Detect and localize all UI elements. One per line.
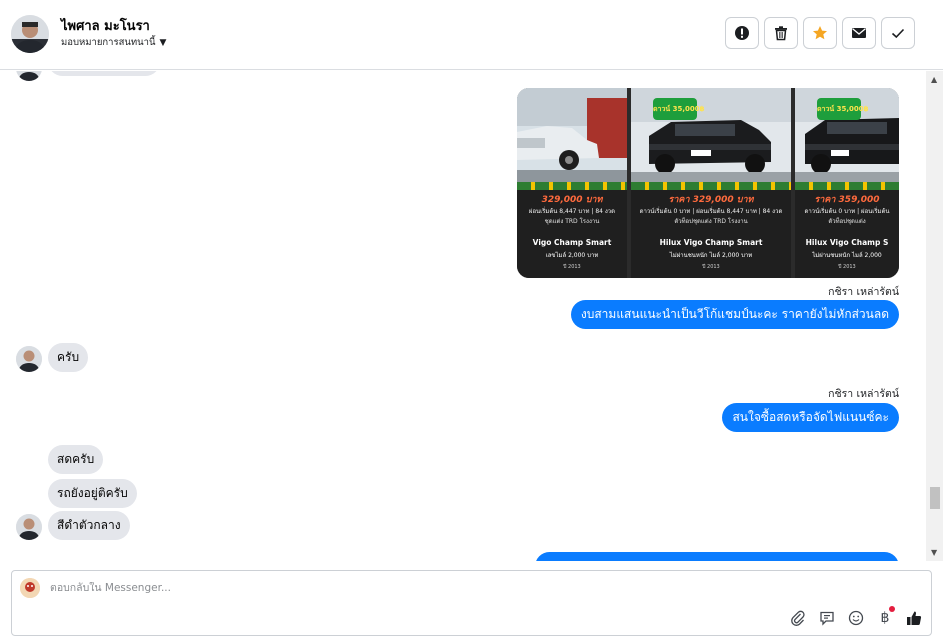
contact-avatar-small (16, 71, 42, 81)
mail-icon (852, 28, 866, 38)
car-detail-2: ตัวท็อปชุดแต่ง (828, 218, 866, 225)
message-bubble-incoming: สดครับ (48, 445, 104, 474)
car-card: ดาวน์ 35,000฿ ราคา 329,000 บาท ดาวน์เริ่… (631, 88, 791, 278)
reply-input[interactable] (50, 582, 750, 594)
scrollbar-thumb[interactable] (930, 487, 940, 509)
contact-avatar-small (16, 514, 42, 540)
brand-strip (795, 182, 899, 190)
composer-tools: ฿ (789, 606, 923, 627)
car-card: ดาวน์ 35,000฿ ราคา 359,000 ดาวน์เริ่มต้น… (795, 88, 899, 278)
assign-conversation-dropdown[interactable]: มอบหมายการสนทนานี้ ▼ (61, 35, 166, 50)
car-price: ราคา 329,000 บาท (668, 195, 754, 205)
car-card: 329,000 บาท ผ่อนเริ่มต้น 8,447 บาท | 84 … (517, 88, 627, 278)
image-attachment[interactable]: 329,000 บาท ผ่อนเริ่มต้น 8,447 บาท | 84 … (517, 88, 899, 278)
mark-unread-button[interactable] (842, 17, 876, 49)
contact-avatar[interactable] (11, 15, 49, 53)
message-bubble-outgoing (535, 552, 899, 561)
header-actions (725, 17, 915, 49)
sender-name: กชิรา เหล่ารัตน์ (828, 388, 899, 400)
page-avatar (20, 578, 40, 598)
message-bubble-incoming: รถยังอยู่ติครับ (48, 479, 137, 508)
contact-name[interactable]: ไพศาล มะโนรา (61, 15, 150, 36)
baht-icon: ฿ (880, 610, 890, 626)
reply-composer: ฿ (11, 570, 932, 636)
car-meta: ปี 2013 (838, 264, 856, 270)
mark-done-button[interactable] (881, 17, 915, 49)
emoji-icon (848, 610, 864, 626)
brand-strip (517, 182, 627, 190)
alert-icon (735, 26, 749, 40)
sender-name: กชิรา เหล่ารัตน์ (828, 286, 899, 298)
message-bubble-outgoing: งบสามแสนแนะนำเป็นวีโก้แชมป์นะคะ ราคายังไ… (570, 300, 899, 329)
car-note: เลขไมล์ 2,000 บาท (545, 252, 599, 259)
car-meta: ปี 2013 (702, 264, 720, 270)
assign-label: มอบหมายการสนทนานี้ (61, 37, 156, 48)
message-bubble-outgoing: สนใจซื้อสดหรือจัดไฟแนนซ์คะ (722, 403, 899, 432)
scroll-down-arrow-icon[interactable]: ▼ (931, 548, 937, 557)
emoji-button[interactable] (847, 609, 865, 627)
attach-icon (791, 610, 805, 626)
conversation-header: ไพศาล มะโนรา มอบหมายการสนทนานี้ ▼ (0, 0, 943, 70)
mark-spam-button[interactable] (725, 17, 759, 49)
caret-down-icon: ▼ (159, 37, 167, 48)
car-price: 329,000 บาท (541, 195, 603, 205)
car-model: Hilux Vigo Champ Smart (659, 238, 763, 247)
car-note: ไม่ผ่านชนหนัก ไมล์ 2,000 บาท (669, 252, 753, 259)
like-button[interactable] (905, 609, 923, 627)
message-scrollbar[interactable]: ▲ ▼ (926, 71, 943, 561)
car-photo (517, 88, 627, 182)
saved-replies-button[interactable] (818, 609, 836, 627)
car-note: ไม่ผ่านชนหนัก ไมล์ 2,000 (812, 252, 882, 259)
brand-strip (631, 182, 791, 190)
saved-replies-icon (820, 611, 834, 626)
scroll-up-arrow-icon[interactable]: ▲ (931, 75, 937, 84)
check-icon (891, 28, 905, 39)
car-detail-2: ชุดแต่ง TRD โรงงาน (544, 218, 600, 225)
car-detail: ผ่อนเริ่มต้น 8,447 บาท | 84 งวด (528, 208, 616, 215)
message-bubble-incoming: สีดำตัวกลาง (48, 511, 130, 540)
trash-icon (775, 26, 787, 41)
car-detail: ดาวน์เริ่มต้น 0 บาท | ผ่อนเริ่มต้น (804, 208, 890, 215)
car-detail: ดาวน์เริ่มต้น 0 บาท | ผ่อนเริ่มต้น 8,447… (639, 208, 783, 215)
car-price: ราคา 359,000 (814, 195, 880, 205)
message-list[interactable]: 329,000 บาท ผ่อนเริ่มต้น 8,447 บาท | 84 … (0, 71, 926, 561)
car-meta: ปี 2013 (563, 264, 581, 270)
attach-button[interactable] (789, 609, 807, 627)
inbox-conversation: ไพศาล มะโนรา มอบหมายการสนทนานี้ ▼ 329,00… (0, 0, 943, 642)
payment-button[interactable]: ฿ (876, 606, 895, 627)
star-icon (813, 26, 827, 40)
contact-avatar-small (16, 346, 42, 372)
down-payment-badge: ดาวน์ 35,000฿ (817, 98, 869, 120)
car-model: Vigo Champ Smart (532, 238, 612, 247)
notification-dot (889, 606, 895, 612)
delete-button[interactable] (764, 17, 798, 49)
message-bubble-incoming (48, 71, 160, 76)
message-bubble-incoming: ครับ (48, 343, 89, 372)
car-detail-2: ตัวท็อปชุดแต่ง TRD โรงงาน (674, 218, 748, 225)
like-icon (907, 611, 922, 625)
car-model: Hilux Vigo Champ S (805, 238, 889, 247)
star-button[interactable] (803, 17, 837, 49)
down-payment-badge: ดาวน์ 35,000฿ (653, 98, 705, 120)
